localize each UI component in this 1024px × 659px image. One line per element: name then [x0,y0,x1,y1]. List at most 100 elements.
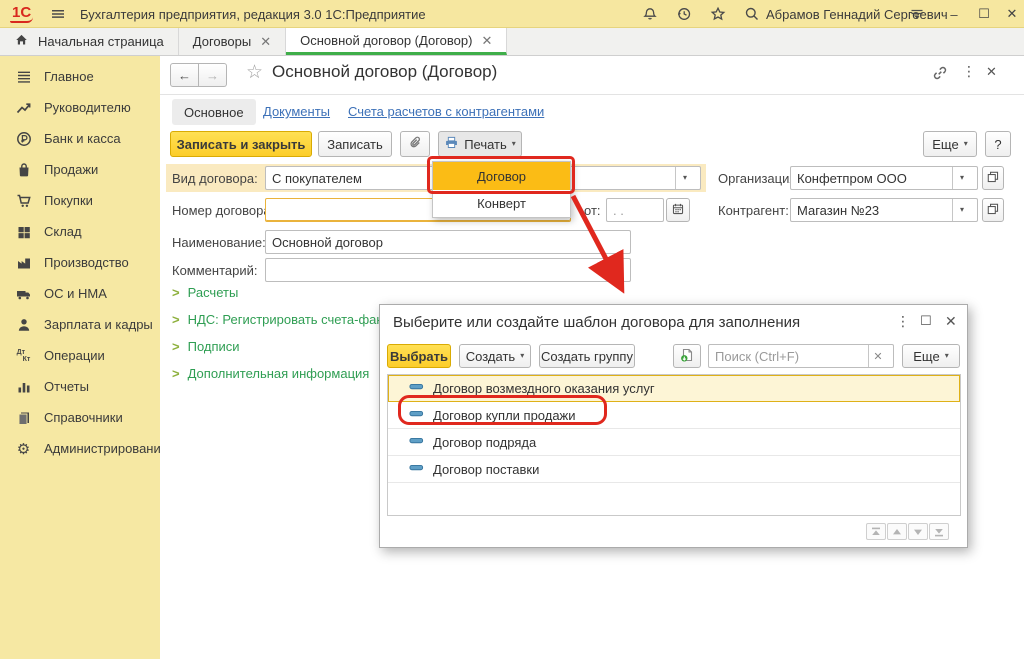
chevron-right-icon: > [172,339,180,354]
tab-dogovory[interactable]: Договоры ✕ [179,28,286,55]
sidebar: Главное Руководителю Банк и касса Продаж… [0,56,160,659]
get-link-icon[interactable] [932,65,948,84]
open-in-window-icon [986,170,1000,187]
list-item-kupli-prodazhi[interactable]: Договор купли продажи [388,402,960,429]
form-kebab-icon[interactable]: ⋮ [962,63,976,80]
trend-icon [14,100,33,116]
go-last-button[interactable] [929,523,949,540]
hamburger-icon[interactable] [48,5,68,23]
person-icon [14,317,33,333]
minimize-button[interactable]: – [944,5,964,23]
contractor-field[interactable]: Магазин №23 ▾ [790,198,978,222]
template-dash-icon [409,460,424,478]
history-icon[interactable] [674,5,694,23]
contractor-open-button[interactable] [982,198,1004,222]
service-menu-icon[interactable] [907,5,927,23]
gear-icon: ⚙ [14,441,33,457]
sidebar-item-zarplata-i-kadry[interactable]: Зарплата и кадры [0,309,160,340]
dialog-more-button[interactable]: Еще▾ [902,344,960,368]
app-title: Бухгалтерия предприятия, редакция 3.0 1С… [80,7,426,22]
sidebar-item-otchety[interactable]: Отчеты [0,371,160,402]
go-up-button[interactable] [887,523,907,540]
date-input[interactable]: . . [606,198,664,222]
print-menu-item-konvert[interactable]: Конверт [433,190,570,217]
go-first-button[interactable] [866,523,886,540]
app-window: 1С Бухгалтерия предприятия, редакция 3.0… [0,0,1024,659]
list-item-vozmezdnogo[interactable]: Договор возмездного оказания услуг [388,375,960,402]
organization-field[interactable]: Конфетпром ООО ▾ [790,166,978,190]
template-select-dialog: Выберите или создайте шаблон договора дл… [379,304,968,548]
chevron-right-icon: > [172,366,180,381]
help-button[interactable]: ? [985,131,1011,157]
close-button[interactable]: ✕ [1002,5,1022,23]
maximize-button[interactable]: ☐ [974,5,994,23]
sidebar-item-proizvodstvo[interactable]: Производство [0,247,160,278]
save-button[interactable]: Записать [318,131,392,157]
tab-osnovnoy-dogovor[interactable]: Основной договор (Договор) ✕ [286,28,507,55]
tab-osnovnoe[interactable]: Основное [172,99,256,125]
dialog-close-icon[interactable]: ✕ [945,313,957,330]
window-tabbar: Начальная страница Договоры ✕ Основной д… [0,28,1024,56]
more-button[interactable]: Еще▾ [923,131,977,157]
attachments-button[interactable] [400,131,430,157]
sidebar-item-prodazhi[interactable]: Продажи [0,154,160,185]
name-label: Наименование: [172,230,266,254]
back-button[interactable]: ← [170,63,199,87]
ruble-circle-icon [14,131,33,147]
section-dop-informatsiya[interactable]: >Дополнительная информация [172,366,369,381]
template-dash-icon [409,379,424,397]
template-list: Договор возмездного оказания услуг Догов… [387,374,961,516]
titlebar: 1С Бухгалтерия предприятия, редакция 3.0… [0,0,1024,28]
sidebar-item-os-i-nma[interactable]: ОС и НМА [0,278,160,309]
name-input[interactable]: Основной договор [265,230,631,254]
chevron-down-icon[interactable]: ▾ [952,199,971,221]
list-item-postavki[interactable]: Договор поставки [388,456,960,483]
print-menu-item-dogovor[interactable]: Договор [433,162,570,190]
paperclip-icon [408,135,423,153]
close-tab-icon[interactable]: ✕ [481,34,492,47]
chevron-down-icon[interactable]: ▾ [675,167,694,189]
notifications-bell-icon[interactable] [640,5,660,23]
go-down-button[interactable] [908,523,928,540]
sidebar-item-bank-i-kassa[interactable]: Банк и касса [0,123,160,154]
comment-label: Комментарий: [172,258,258,282]
sidebar-item-spravochniki[interactable]: Справочники [0,402,160,433]
sidebar-item-operatsii[interactable]: ДтКт Операции [0,340,160,371]
tab-scheta-raschetov[interactable]: Счета расчетов с контрагентами [348,104,544,119]
dialog-kebab-icon[interactable]: ⋮ [896,313,910,330]
favorites-star-icon[interactable] [708,5,728,23]
forward-button[interactable]: → [199,63,227,87]
printer-icon [444,135,459,153]
form-close-icon[interactable]: ✕ [986,64,997,80]
sidebar-item-glavnoe[interactable]: Главное [0,61,160,92]
chevron-down-icon[interactable]: ▾ [952,167,971,189]
tab-dokumenty[interactable]: Документы [263,104,330,119]
sidebar-item-administrirovanie[interactable]: ⚙ Администрирование [0,433,160,464]
sidebar-item-sklad[interactable]: Склад [0,216,160,247]
create-group-button[interactable]: Создать группу [539,344,635,368]
load-template-button[interactable] [673,344,701,368]
tab-home[interactable]: Начальная страница [0,28,179,55]
save-and-close-button[interactable]: Записать и закрыть [170,131,312,157]
sidebar-item-rukovoditelyu[interactable]: Руководителю [0,92,160,123]
print-button[interactable]: Печать▾ [438,131,522,157]
clear-search-icon[interactable]: ✕ [868,345,887,367]
create-button[interactable]: Создать▾ [459,344,531,368]
open-in-window-icon [986,202,1000,219]
section-raschety[interactable]: >Расчеты [172,285,238,300]
select-button[interactable]: Выбрать [387,344,451,368]
favorite-star-icon[interactable]: ☆ [246,61,263,84]
truck-icon [14,286,33,302]
sidebar-item-pokupki[interactable]: Покупки [0,185,160,216]
organization-open-button[interactable] [982,166,1004,190]
print-menu: Договор Конверт [432,161,571,218]
comment-input[interactable] [265,258,631,282]
search-icon[interactable] [742,5,762,23]
calendar-button[interactable] [666,198,690,222]
list-item-podryada[interactable]: Договор подряда [388,429,960,456]
search-input[interactable]: Поиск (Ctrl+F) ✕ [708,344,894,368]
close-tab-icon[interactable]: ✕ [260,35,271,48]
section-podpisi[interactable]: >Подписи [172,339,240,354]
dialog-maximize-icon[interactable]: ☐ [920,313,932,329]
section-nds[interactable]: >НДС: Регистрировать счета-фактур [172,312,402,327]
